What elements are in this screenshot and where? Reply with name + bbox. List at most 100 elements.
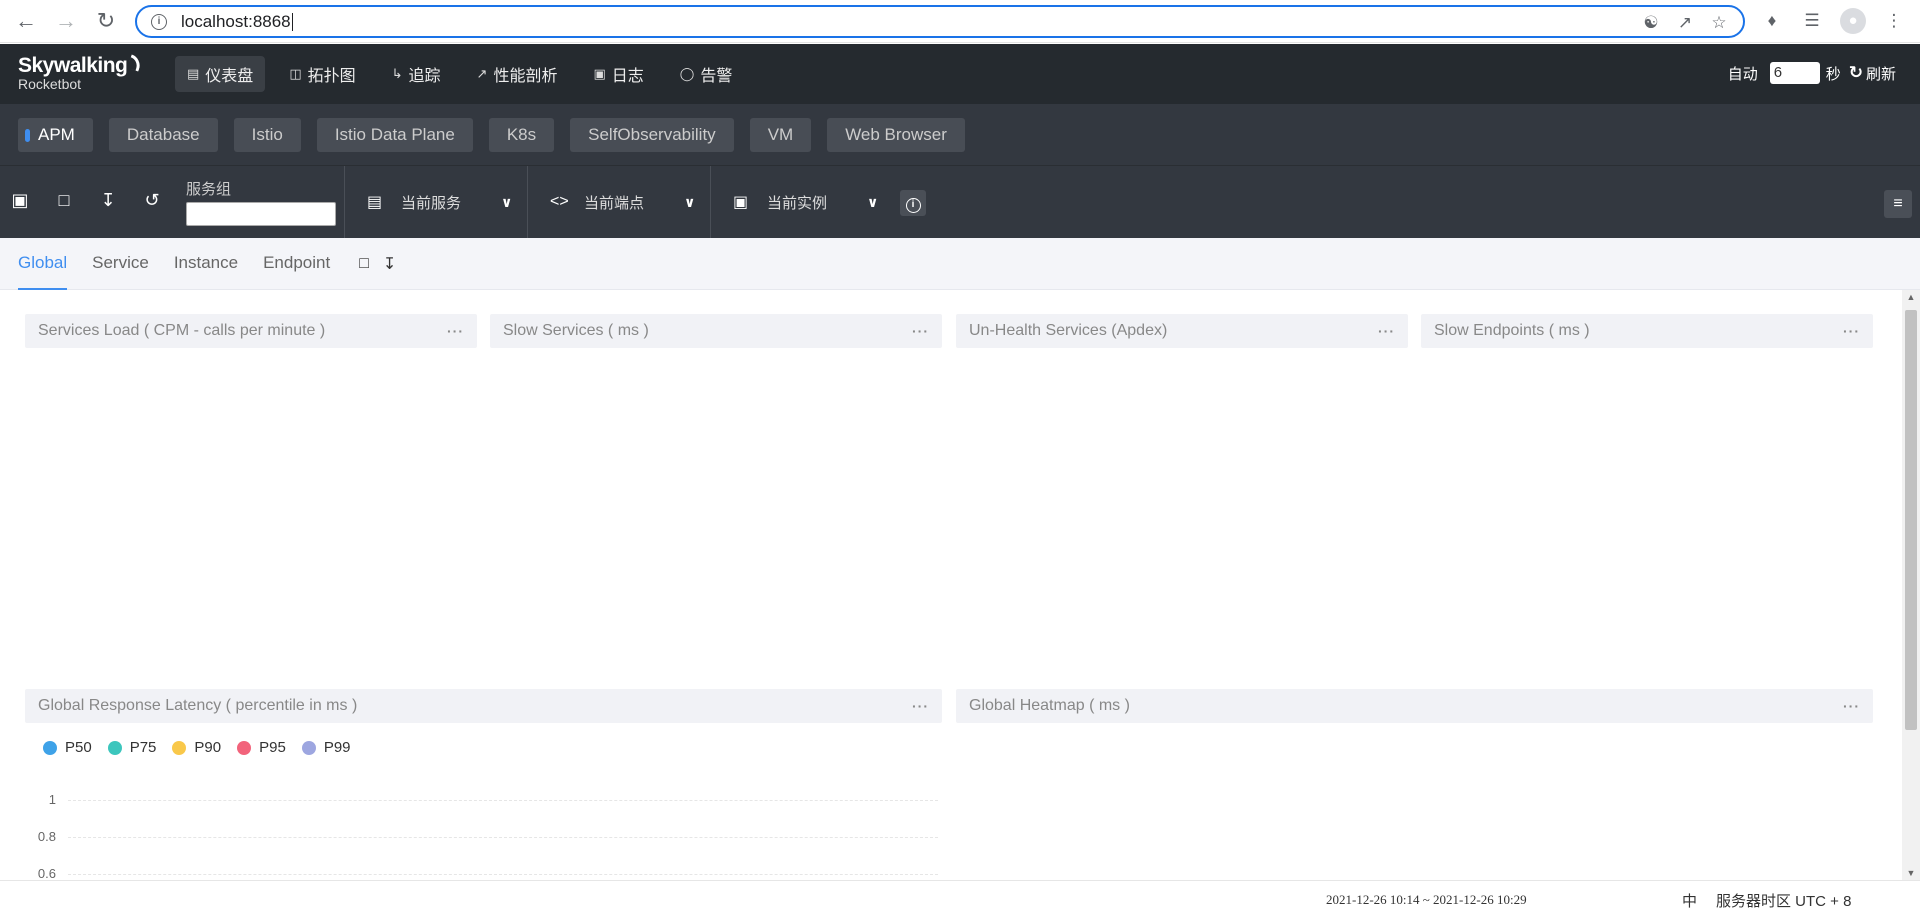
nav-dashboard[interactable]: ▤ 仪表盘 [175, 56, 266, 92]
nav-profile[interactable]: ↗ 性能剖析 [465, 56, 570, 92]
nav-log[interactable]: ▣ 日志 [581, 56, 655, 92]
chevron-down-icon: ∨ [867, 193, 879, 210]
tab-global[interactable]: Global [18, 238, 68, 290]
logo-subtitle: Rocketbot [18, 76, 82, 92]
main-nav: ▤ 仪表盘 ◫ 拓扑图 ↳ 追踪 ↗ 性能剖析 ▣ 日志 ◯ 告警 [175, 56, 756, 92]
profile-avatar-icon[interactable]: ● [1840, 8, 1866, 34]
layer-tab-istio-data-plane[interactable]: Istio Data Plane [316, 118, 473, 152]
seconds-label: 秒 [1825, 65, 1841, 83]
auto-label[interactable]: 自动 [1728, 63, 1758, 84]
topology-icon: ◫ [289, 66, 302, 81]
time-range[interactable]: 2021-12-26 10:14 ~ 2021-12-26 10:29 [1326, 892, 1527, 908]
share-icon[interactable]: ↗ [1675, 13, 1695, 33]
reload-icon[interactable]: ↻ [92, 7, 120, 35]
widget-global-latency: Global Response Latency ( percentile in … [25, 689, 942, 723]
sync-icon[interactable]: ↺ [142, 190, 162, 210]
tab-instance[interactable]: Instance [174, 238, 238, 290]
scroll-up-icon[interactable]: ▲ [1902, 290, 1920, 304]
more-icon[interactable]: ··· [912, 323, 929, 339]
tab-endpoint[interactable]: Endpoint [263, 238, 330, 290]
legend-item-p95[interactable]: P95 [237, 739, 286, 756]
more-icon[interactable]: ··· [912, 698, 929, 714]
more-icon[interactable]: ··· [1843, 698, 1860, 714]
nav-alarm[interactable]: ◯ 告警 [668, 56, 745, 92]
legend-label: P90 [194, 739, 222, 756]
scroll-thumb[interactable] [1905, 310, 1917, 730]
url-text[interactable]: localhost:8868 [181, 12, 293, 32]
page-scrollbar[interactable]: ▲ ▼ [1902, 290, 1920, 880]
layer-bar: APM Database Istio Istio Data Plane K8s … [0, 104, 1920, 166]
more-icon[interactable]: ··· [447, 323, 464, 339]
dashboard-content: Services Load ( CPM - calls per minute )… [0, 290, 1902, 880]
browser-menu-icon[interactable]: ⋮ [1882, 9, 1906, 33]
widget-slow-endpoints: Slow Endpoints ( ms ) ··· [1421, 314, 1873, 348]
indent-toggle-icon[interactable]: ≡ [1884, 190, 1912, 218]
logo-swoosh-icon [127, 54, 144, 72]
forward-arrow-icon[interactable]: → [52, 7, 80, 35]
folder-icon[interactable]: □ [54, 190, 74, 210]
widget-title: Slow Endpoints ( ms ) [1434, 322, 1590, 339]
back-arrow-icon[interactable]: ← [12, 7, 40, 35]
layer-tab-web-browser[interactable]: Web Browser [827, 118, 965, 152]
tab-service[interactable]: Service [92, 238, 149, 290]
layer-tab-vm[interactable]: VM [749, 118, 812, 152]
translate-icon[interactable]: ☯ [1641, 13, 1661, 33]
grid-line [68, 800, 938, 801]
media-queue-icon[interactable]: ☰ [1800, 9, 1824, 33]
extensions-puzzle-icon[interactable]: ♦ [1760, 9, 1784, 33]
layer-tab-apm[interactable]: APM [18, 118, 93, 152]
current-instance-select[interactable]: ▣ 当前实例 ∨ [710, 166, 893, 238]
legend-label: P75 [129, 739, 157, 756]
legend-item-p75[interactable]: P75 [107, 739, 157, 756]
skywalking-logo: Skywalking Rocketbot [18, 54, 144, 92]
current-endpoint-select[interactable]: <> 当前端点 ∨ [527, 166, 710, 238]
folder-icon[interactable]: □ [359, 255, 369, 273]
service-group-label: 服务组 [186, 181, 232, 198]
download-icon[interactable]: ↧ [98, 190, 118, 210]
nav-topology[interactable]: ◫ 拓扑图 [277, 56, 367, 92]
layer-tab-istio[interactable]: Istio [233, 118, 301, 152]
legend-label: P95 [259, 739, 286, 756]
nav-trace[interactable]: ↳ 追踪 [380, 56, 453, 92]
layer-tab-k8s[interactable]: K8s [488, 118, 555, 152]
legend-label: P50 [65, 739, 92, 756]
instance-icon: ▣ [733, 194, 749, 211]
refresh-icon: ↻ [1848, 63, 1863, 82]
auto-refresh: 自动 6 秒 ↻ 刷新 [1728, 62, 1896, 84]
trend-icon: ↗ [476, 66, 488, 81]
log-icon: ▣ [593, 66, 606, 81]
more-icon[interactable]: ··· [1378, 323, 1395, 339]
lock-icon[interactable]: ▣ [10, 190, 30, 210]
site-info-icon[interactable]: i [151, 13, 167, 30]
code-brackets-icon: <> [550, 193, 569, 210]
service-group-input[interactable] [186, 202, 336, 226]
scroll-down-icon[interactable]: ▼ [1902, 866, 1920, 880]
layer-tab-database[interactable]: Database [108, 118, 218, 152]
bookmark-star-icon[interactable]: ☆ [1709, 13, 1729, 33]
latency-legend: P50 P75 P90 P95 P99 [43, 739, 351, 756]
legend-dot [301, 740, 316, 755]
timezone-label: 服务器时区 UTC + 8 [1716, 893, 1852, 910]
more-icon[interactable]: ··· [1843, 323, 1860, 339]
grid-line [68, 837, 938, 838]
service-group: 服务组 [186, 178, 336, 226]
widget-services-load: Services Load ( CPM - calls per minute )… [25, 314, 477, 348]
download-icon[interactable]: ↧ [383, 254, 396, 274]
layer-tab-selfobservability[interactable]: SelfObservability [570, 118, 734, 152]
legend-item-p50[interactable]: P50 [43, 739, 92, 756]
info-button[interactable]: i [900, 190, 926, 216]
chevron-down-icon: ∨ [501, 193, 513, 210]
y-tick-label: 1 [48, 792, 56, 807]
y-tick-label: 0.6 [37, 866, 56, 880]
legend-item-p99[interactable]: P99 [301, 739, 351, 756]
legend-dot [237, 740, 252, 755]
address-bar[interactable]: i localhost:8868 ☯ ↗ ☆ [135, 5, 1745, 38]
dashboard-toolbar: ▣ □ ↧ ↺ 服务组 ▤ 当前服务 ∨ <> 当前端点 ∨ ▣ 当前实例 ∨ … [0, 166, 1920, 238]
widget-title: Global Response Latency ( percentile in … [38, 697, 358, 714]
current-service-select[interactable]: ▤ 当前服务 ∨ [344, 166, 527, 238]
refresh-interval-input[interactable]: 6 [1769, 62, 1820, 84]
legend-item-p90[interactable]: P90 [172, 739, 221, 756]
refresh-button[interactable]: ↻ 刷新 [1849, 63, 1896, 84]
language-toggle[interactable]: 中 [1682, 890, 1697, 911]
widget-global-heatmap: Global Heatmap ( ms ) ··· [956, 689, 1873, 723]
